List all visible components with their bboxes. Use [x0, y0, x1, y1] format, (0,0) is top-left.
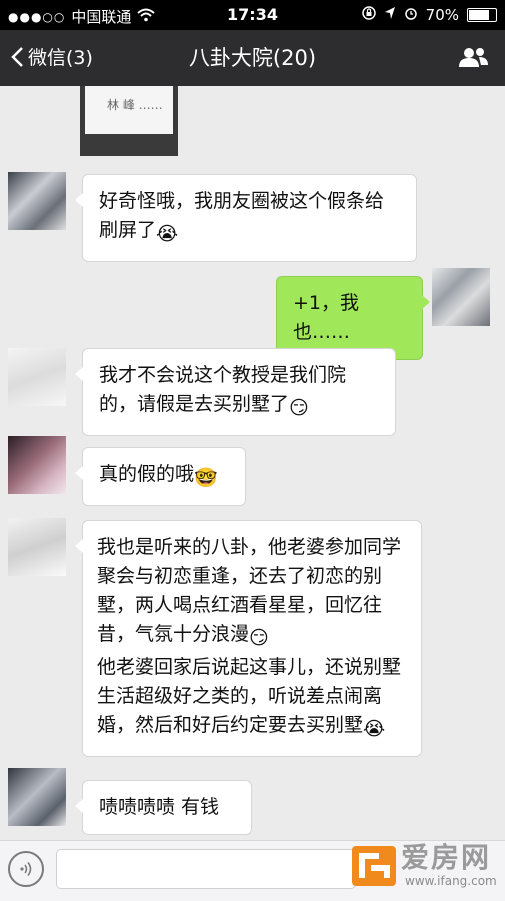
watermark-url: www.ifang.com: [405, 874, 497, 888]
battery-percent: 70%: [425, 6, 459, 24]
message-bubble[interactable]: 啧啧啧啧 有钱: [75, 780, 252, 835]
watermark-name: 爱房网: [401, 841, 492, 874]
status-right: 70%: [361, 6, 497, 24]
status-bar: ●●●○○ 中国联通 17:34 70%: [0, 0, 505, 30]
smirk-emoji-icon: 😏: [289, 397, 309, 419]
screen-lock-icon: [361, 6, 376, 24]
message-bubble[interactable]: 我也是听来的八卦，他老婆参加同学聚会与初恋重逢，还去了初恋的别墅，两人喝点红酒看…: [75, 520, 422, 757]
message-text: 我才不会说这个教授是我们院的，请假是去买别墅了: [99, 364, 347, 415]
chat-header: 微信(3) 八卦大院(20): [0, 30, 505, 86]
location-icon: [384, 6, 396, 24]
note-handwriting: 林 峰 ……: [107, 98, 163, 112]
avatar[interactable]: [8, 436, 66, 494]
chat-title: 八卦大院(20): [188, 46, 317, 70]
message-text: +1，我也……: [293, 292, 360, 343]
smirk-emoji-icon: 😏: [249, 627, 269, 649]
message-text: 好奇怪哦，我朋友圈被这个假条给刷屏了: [99, 190, 385, 241]
crying-emoji-icon: 😭: [156, 223, 179, 245]
message-bubble[interactable]: 真的假的哦🤓: [75, 447, 246, 506]
house-logo-icon: [352, 846, 396, 886]
message-list[interactable]: 林 峰 …… 好奇怪哦，我朋友圈被这个假条给刷屏了😭 +1，我也…… 我才不会说…: [0, 86, 505, 840]
avatar[interactable]: [8, 348, 66, 406]
voice-icon: [20, 862, 32, 876]
voice-button[interactable]: [8, 851, 44, 887]
crying-emoji-icon: 😭: [363, 718, 386, 740]
avatar[interactable]: [8, 518, 66, 576]
message-text: 真的假的哦: [99, 463, 195, 485]
nerd-emoji-icon: 🤓: [194, 467, 218, 489]
message-input[interactable]: [56, 849, 356, 889]
battery-fill: [469, 10, 489, 20]
message-bubble[interactable]: 我才不会说这个教授是我们院的，请假是去买别墅了😏: [75, 348, 396, 436]
group-members-icon: [459, 48, 488, 67]
battery-icon: [467, 8, 497, 22]
alarm-icon: [404, 6, 418, 24]
avatar[interactable]: [8, 172, 66, 230]
message-bubble[interactable]: 好奇怪哦，我朋友圈被这个假条给刷屏了😭: [75, 174, 417, 262]
message-text-continued: 他老婆回家后说起这事儿，还说别墅生活超级好之类的，听说差点闹离婚，然后和好后约定…: [97, 656, 402, 736]
leave-note-paper: 林 峰 ……: [85, 86, 173, 134]
group-members-button[interactable]: [457, 46, 489, 72]
shared-image[interactable]: 林 峰 ……: [80, 86, 178, 156]
watermark-logo: 爱房网 www.ifang.com: [349, 834, 499, 896]
avatar[interactable]: [8, 768, 66, 826]
message-text: 啧啧啧啧 有钱: [99, 796, 220, 818]
avatar-self[interactable]: [432, 268, 490, 326]
